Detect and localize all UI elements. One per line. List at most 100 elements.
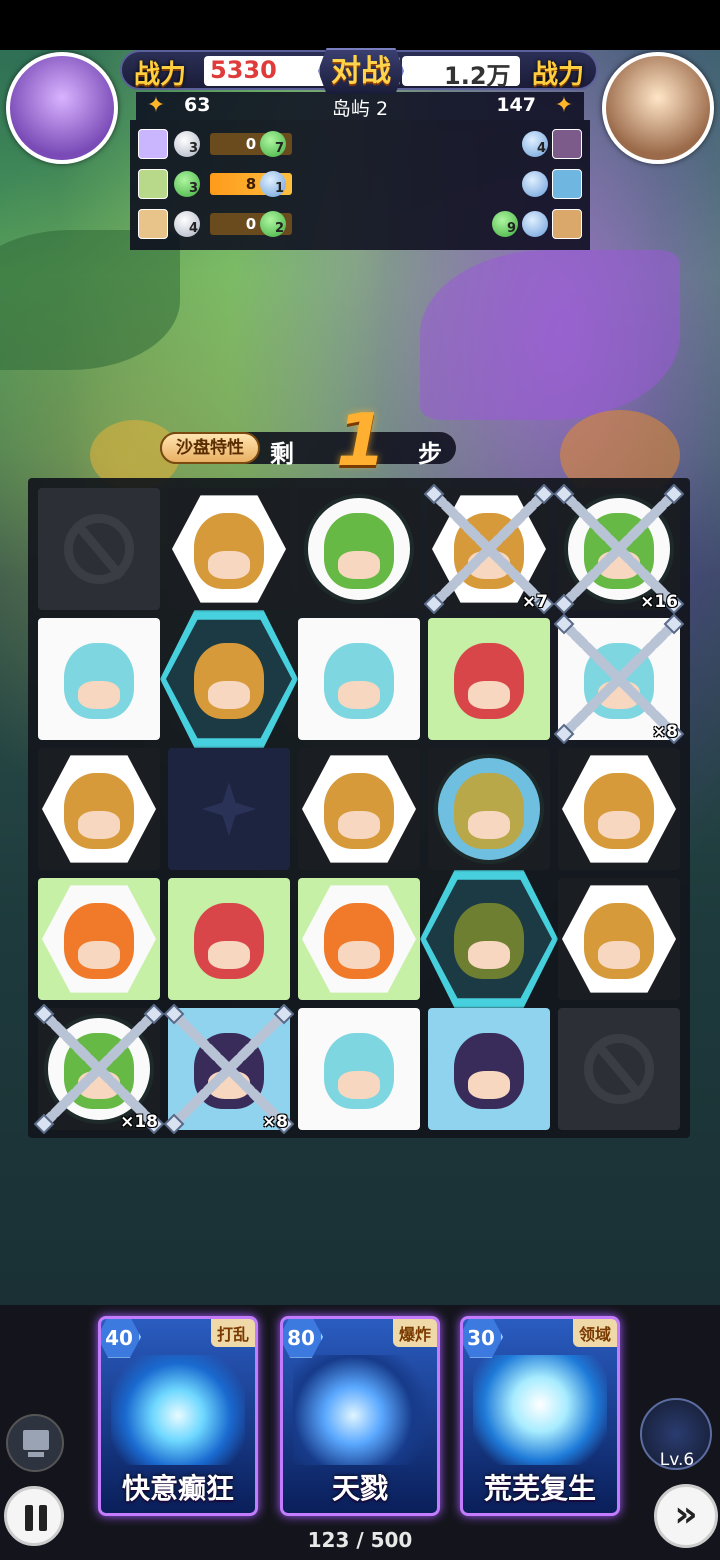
vs-badge: 对战 — [318, 48, 404, 94]
player-power-label: 战力 — [134, 60, 187, 90]
round-result-icon: 3 — [174, 131, 200, 157]
skill-card[interactable]: 40 打乱 快意癫狂 — [98, 1316, 258, 1516]
board-tile-bunny[interactable]: ×8 — [554, 614, 684, 744]
board-tile-red[interactable] — [428, 618, 550, 740]
elf-hero-face-icon — [194, 513, 264, 590]
steps-remaining-bar: 沙盘特性 剩 1 步 — [160, 398, 456, 482]
board-tile-elf[interactable] — [160, 610, 298, 748]
steps-count: 1 — [336, 398, 387, 482]
opponent-score: 147 — [496, 94, 536, 116]
elf-hero-face-icon — [324, 773, 394, 850]
unit-portrait — [552, 209, 582, 239]
unit-portrait — [552, 129, 582, 159]
skill-tag: 打乱 — [210, 1319, 255, 1347]
board-tile-block — [38, 488, 160, 610]
hood-hero-face-icon — [454, 903, 524, 980]
round-result-icon — [522, 171, 548, 197]
board-tile-elf[interactable] — [168, 488, 290, 610]
chain-count: ×7 — [521, 592, 548, 612]
computer-icon[interactable] — [6, 1414, 64, 1472]
board-tile-green[interactable] — [298, 488, 420, 610]
round-result-icon: 7 — [260, 131, 286, 157]
blocked-icon — [64, 514, 134, 584]
skill-name: 快意癫狂 — [121, 1472, 234, 1505]
elf-hero-face-icon — [584, 903, 654, 980]
blocked-icon — [584, 1034, 654, 1104]
board-tile-hole — [168, 748, 290, 870]
purple-hero-face-icon — [454, 1033, 524, 1110]
skill-name: 天戮 — [331, 1472, 388, 1505]
level-label: Lv.6 — [659, 1450, 695, 1470]
board-tile-bunny[interactable] — [298, 1008, 420, 1130]
skill-cost: 40 — [101, 1319, 141, 1358]
bunny-hero-face-icon — [64, 643, 134, 720]
board-tile-purple[interactable]: ×8 — [164, 1004, 294, 1134]
green-hero-face-icon — [64, 1033, 134, 1110]
board-tile-bunny[interactable] — [298, 618, 420, 740]
foliage-decoration — [0, 230, 180, 370]
steps-suffix: 步 — [418, 440, 442, 468]
skill-tag: 爆炸 — [392, 1319, 437, 1347]
elf-hero-face-icon — [454, 513, 524, 590]
orange-hero-face-icon — [64, 903, 134, 980]
player-avatar[interactable] — [6, 52, 118, 164]
flower-decoration — [420, 250, 680, 420]
skill-art — [111, 1355, 245, 1465]
round-row: 3 8 1 — [136, 166, 584, 202]
opponent-avatar[interactable] — [602, 52, 714, 164]
chain-count: ×16 — [640, 592, 678, 612]
board-tile-green[interactable]: ×16 — [554, 484, 684, 614]
score-bar: ✦ 63 岛屿 2 147 ✦ — [136, 92, 584, 120]
elf-hero-face-icon — [194, 643, 264, 720]
round-result-icon: 2 — [260, 211, 286, 237]
steps-prefix: 剩 — [270, 440, 294, 468]
board-tile-skull[interactable] — [428, 748, 550, 870]
green-hero-face-icon — [324, 513, 394, 590]
elf-hero-face-icon — [64, 773, 134, 850]
chain-count: ×8 — [651, 722, 678, 742]
board-tile-elf[interactable]: ×7 — [424, 484, 554, 614]
red-hero-face-icon — [194, 903, 264, 980]
computer-stand — [28, 1452, 44, 1457]
orange-hero-face-icon — [324, 903, 394, 980]
skill-tag: 领域 — [572, 1319, 617, 1347]
board-tile-orange[interactable] — [298, 878, 420, 1000]
skill-card[interactable]: 30 领域 荒芜复生 — [460, 1316, 620, 1516]
board-tile-elf[interactable] — [38, 748, 160, 870]
round-result-icon: 3 — [174, 171, 200, 197]
board-tile-block — [558, 1008, 680, 1130]
round-result-icon: 4 — [174, 211, 200, 237]
skill-card[interactable]: 80 爆炸 天戮 — [280, 1316, 440, 1516]
sandbox-trait-button[interactable]: 沙盘特性 — [160, 432, 260, 464]
skill-cost: 80 — [283, 1319, 323, 1358]
match-board: ×7 ×16 ×8 ×18 ×8 — [28, 478, 690, 1138]
round-result-icon: 1 — [260, 171, 286, 197]
board-tile-purple[interactable] — [428, 1008, 550, 1130]
board-tile-orange[interactable] — [38, 878, 160, 1000]
energy-counter: 123 / 500 — [307, 1528, 413, 1552]
board-tile-bunny[interactable] — [38, 618, 160, 740]
skill-cost: 30 — [463, 1319, 503, 1358]
battle-power-bar: 战力 5330 对战 1.2万 战力 — [120, 48, 598, 94]
purple-hero-face-icon — [194, 1033, 264, 1110]
chain-count: ×8 — [261, 1112, 288, 1132]
board-tile-red[interactable] — [168, 878, 290, 1000]
unit-portrait — [138, 129, 168, 159]
round-result-icon: 4 — [522, 131, 548, 157]
board-tile-hood[interactable] — [420, 870, 558, 1008]
round-result-icon: 9 — [492, 211, 518, 237]
round-row: 4 0 2 9 — [136, 206, 584, 242]
board-tile-green[interactable]: ×18 — [34, 1004, 164, 1134]
unit-portrait — [138, 209, 168, 239]
board-tile-elf[interactable] — [558, 878, 680, 1000]
elf-hero-face-icon — [584, 773, 654, 850]
unit-portrait — [138, 169, 168, 199]
unit-portrait — [552, 169, 582, 199]
board-tile-elf[interactable] — [298, 748, 420, 870]
bunny-hero-face-icon — [324, 643, 394, 720]
skull-hero-face-icon — [454, 773, 524, 850]
board-tile-elf[interactable] — [558, 748, 680, 870]
red-hero-face-icon — [454, 643, 524, 720]
opponent-power-label: 战力 — [531, 60, 584, 90]
skill-art — [293, 1355, 427, 1465]
